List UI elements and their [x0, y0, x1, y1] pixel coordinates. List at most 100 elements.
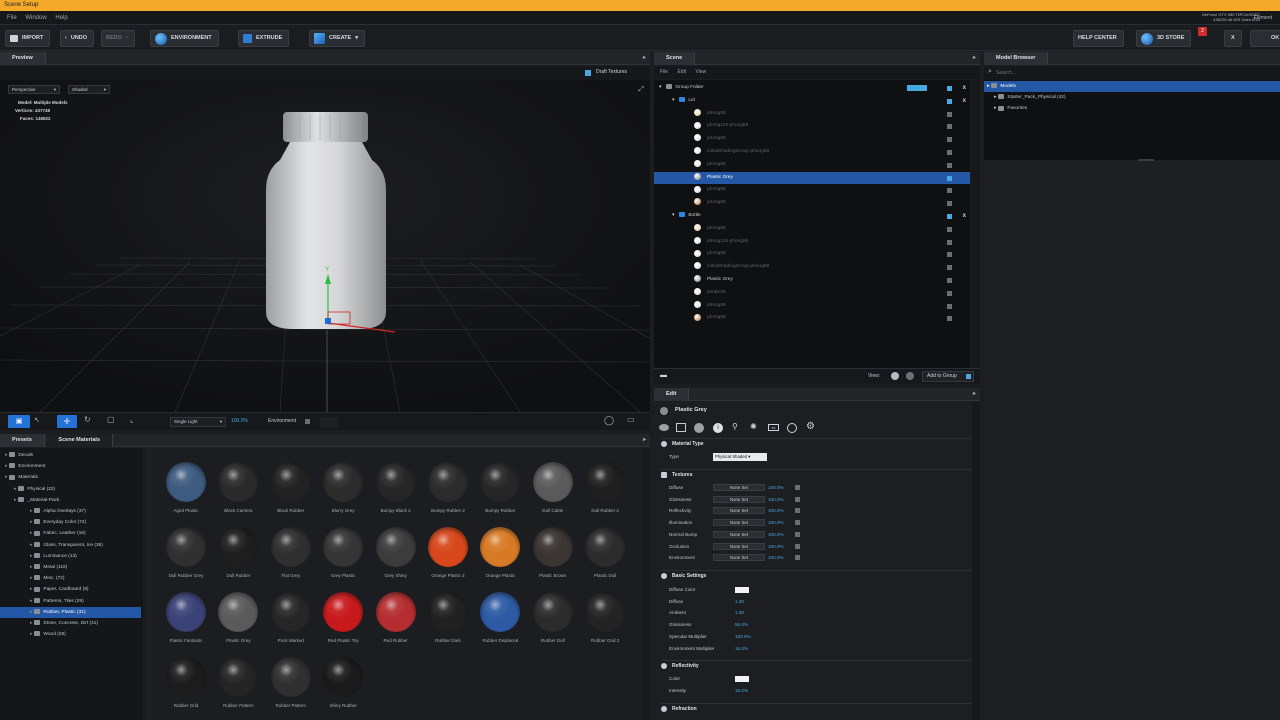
label-icon[interactable]: xx — [768, 424, 779, 431]
material-preset[interactable]: Black Camera — [212, 462, 264, 513]
basic-setting-value[interactable]: 15.0% — [735, 643, 748, 655]
tree-splitter[interactable] — [147, 448, 151, 720]
scene-material-row[interactable]: phong58 — [654, 197, 970, 210]
light-bulb-icon[interactable]: ✺ — [750, 422, 757, 431]
material-preset[interactable]: Rubber Dull — [527, 592, 579, 643]
scene-material-row[interactable]: phong58 — [654, 108, 970, 121]
expand-arrow-icon[interactable]: ▸ — [987, 84, 989, 89]
material-preset[interactable]: Rubber Pattern — [212, 657, 264, 708]
basic-setting-value[interactable]: 55.0% — [735, 619, 748, 631]
texture-strength-value[interactable]: 100.0% — [768, 552, 784, 564]
texture-picker-button[interactable]: None Set — [713, 542, 765, 550]
expand-arrow-icon[interactable]: ▸ — [30, 520, 32, 525]
preset-tree-item[interactable]: ▸ Glass, Transparent, Ice (36) — [0, 540, 141, 551]
expand-arrow-icon[interactable]: ▸ — [30, 610, 32, 615]
environment-checkbox[interactable] — [305, 419, 310, 424]
maximize-viewport-icon[interactable]: ⤢ — [638, 86, 644, 94]
type-dropdown[interactable]: Physical Shaded ▾ — [713, 453, 767, 461]
texture-toggle[interactable] — [795, 520, 800, 526]
camera-mode-dropdown[interactable]: Perspective ▾ — [8, 85, 60, 94]
texture-picker-button[interactable]: None Set — [713, 554, 765, 562]
import-button[interactable]: IMPORT — [5, 30, 51, 47]
texture-toggle[interactable] — [795, 531, 800, 537]
create-button[interactable]: CREATE ▾ — [309, 30, 365, 47]
menu-window[interactable]: Window — [25, 11, 46, 25]
preset-tree-item[interactable]: ▸ Luminance (13) — [0, 551, 141, 562]
visibility-toggle[interactable] — [947, 226, 952, 232]
expand-arrow-icon[interactable]: ▸ — [30, 576, 32, 581]
material-preset[interactable]: Red Plastic Toy — [317, 592, 369, 643]
scale-tool-icon[interactable]: ▢ — [107, 415, 121, 428]
3d-viewport[interactable]: Y Perspective ▾ Shaded ▾ Model: Multiple M… — [0, 80, 650, 412]
add-folder-icon[interactable]: ▬ — [660, 372, 672, 381]
material-preset[interactable]: Dull Cable — [527, 462, 579, 513]
preset-tree-item[interactable]: ▸ Paper, Cardboard (9) — [0, 584, 141, 595]
remove-icon[interactable]: x — [963, 210, 966, 223]
scene-menu-edit[interactable]: Edit — [677, 69, 686, 75]
remove-icon[interactable]: x — [963, 82, 966, 95]
edit-scrollbar[interactable] — [972, 402, 980, 720]
model-tree-item[interactable]: ▸ Favorites — [984, 103, 1280, 114]
material-preset[interactable]: Flat Grey — [265, 527, 317, 578]
texture-picker-button[interactable]: None Set — [713, 484, 765, 491]
3d-store-button[interactable]: 3D STORE — [1136, 30, 1192, 47]
material-preset[interactable]: Dull Rubber 2 — [579, 462, 631, 513]
expand-arrow-icon[interactable]: ▸ — [30, 509, 32, 514]
refraction-section[interactable]: Refraction — [661, 703, 971, 714]
basic-setting-value[interactable]: 1.00 — [735, 596, 744, 608]
group-color-swatch[interactable] — [907, 85, 927, 91]
texture-toggle[interactable] — [795, 555, 800, 561]
material-preset[interactable]: Orange Plastic — [474, 527, 526, 578]
texture-strength-value[interactable]: 100.0% — [768, 541, 784, 553]
material-preset[interactable]: Aged Plastic — [160, 462, 212, 513]
scene-material-row[interactable]: Plastic Grey — [654, 171, 970, 185]
scene-group-row[interactable]: ▾ Lid x — [654, 95, 970, 108]
texture-icon[interactable] — [676, 423, 686, 432]
library-collapse-icon[interactable]: ▸ — [643, 434, 646, 447]
scene-material-row[interactable]: phong118-phong58 — [654, 236, 970, 249]
texture-toggle[interactable] — [795, 508, 800, 514]
preset-tree-item[interactable]: ▸ Patterns, Tiles (29) — [0, 596, 141, 607]
draft-textures-checkbox[interactable] — [585, 70, 591, 76]
diffuse-color-swatch[interactable] — [735, 587, 749, 593]
camera-tool-icon[interactable]: ▣ — [8, 415, 30, 428]
expand-arrow-icon[interactable]: ▸ — [30, 621, 32, 626]
scene-material-row[interactable]: initialShadingGroup-phong58 — [654, 146, 970, 159]
material-preset[interactable]: Rubber Dark — [422, 592, 474, 643]
expand-arrow-icon[interactable]: ▸ — [14, 487, 16, 492]
preset-tree-item[interactable]: ▸ Misc. (72) — [0, 573, 141, 584]
material-preset[interactable]: Plastic Fantastic — [160, 592, 212, 643]
scene-group-row[interactable]: ▾ Bottle x — [654, 210, 970, 223]
texture-strength-value[interactable]: 100.0% — [768, 505, 784, 517]
material-type-section[interactable]: Material Type — [661, 438, 971, 449]
preset-tree-item[interactable]: ▸ _Material-Pack — [0, 495, 141, 506]
scene-material-row[interactable]: phong86 — [654, 300, 970, 313]
preview-tab[interactable]: Preview — [0, 52, 46, 65]
visibility-toggle[interactable] — [947, 150, 952, 155]
scene-material-row[interactable]: phong58 — [654, 159, 970, 172]
scene-material-row[interactable]: Plastic Grey — [654, 274, 970, 287]
material-preset[interactable]: Shiny Rubber — [317, 657, 369, 708]
menu-file[interactable]: File — [7, 11, 17, 25]
visibility-toggle[interactable] — [947, 278, 952, 283]
reflect-intensity-value[interactable]: 15.0% — [735, 685, 748, 697]
material-grid-scrollbar[interactable] — [642, 448, 650, 720]
material-preset[interactable]: Dull Rubber Grey — [160, 527, 212, 578]
reflect-color-swatch[interactable] — [735, 676, 749, 682]
material-preset[interactable]: Bumpy Black 2 — [370, 462, 422, 513]
expand-arrow-icon[interactable]: ▾ — [659, 85, 661, 90]
texture-picker-button[interactable]: None Set — [713, 519, 765, 527]
scene-material-row[interactable]: phong58 — [654, 248, 970, 261]
scene-menu-file[interactable]: File — [660, 69, 668, 75]
material-preset[interactable]: Orange Plastic 2 — [422, 527, 474, 578]
material-preset[interactable]: Blurry Grey — [317, 462, 369, 513]
texture-toggle[interactable] — [795, 543, 800, 549]
preset-tree-item[interactable]: ▸ Fabric, Leather (16) — [0, 528, 141, 539]
scene-group-row[interactable]: ▾ Group Folder x — [654, 82, 970, 95]
reflectivity-section[interactable]: Reflectivity — [661, 660, 971, 671]
preset-tree-item[interactable]: ▸ Decals — [0, 450, 141, 461]
render-circle-icon[interactable]: ◯ — [604, 415, 614, 426]
material-preset[interactable]: Plastic Brown — [527, 527, 579, 578]
select-tool-icon[interactable]: ↖ — [34, 416, 48, 428]
view-mode-icon[interactable] — [906, 372, 914, 380]
